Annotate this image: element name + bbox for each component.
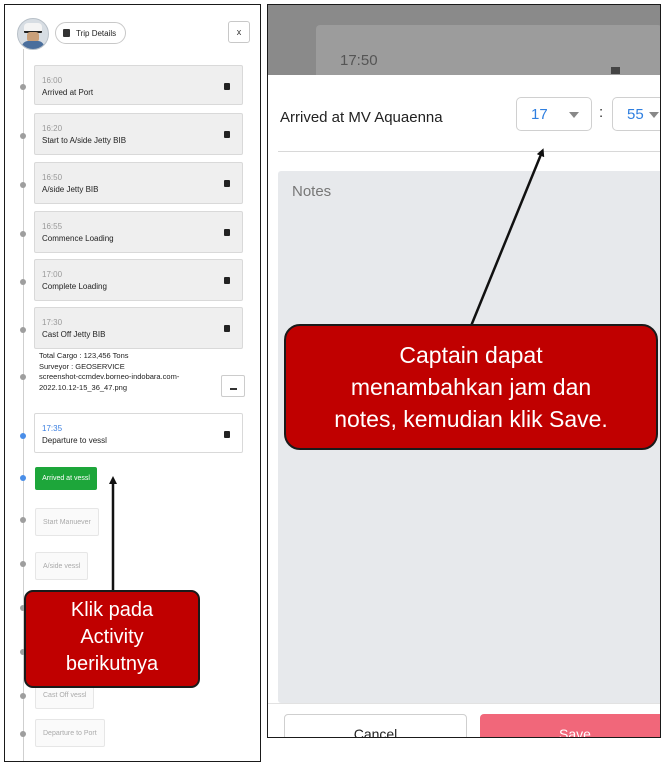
timeline-dot [20,374,26,380]
activity-card[interactable]: 16:00 Arrived at Port [34,65,243,105]
timeline-dot [20,731,26,737]
document-icon [224,131,230,138]
current-activity-card[interactable]: 17:35 Departure to vessl [34,413,243,453]
divider [278,151,660,152]
hour-select[interactable]: 17 [516,97,592,131]
surveyor: Surveyor : GEOSERVICE [39,361,125,371]
activity-card[interactable]: 16:20 Start to A/side Jetty BIB [34,113,243,155]
close-button[interactable]: x [228,21,250,43]
notes-placeholder: Notes [292,183,332,200]
pending-activity-start-manuever[interactable]: Start Manuever [35,508,99,536]
activity-time: 17:00 [42,270,63,279]
timeline-dot-current [20,433,26,439]
pending-activity-departure-to-port[interactable]: Departure to Port [35,719,105,747]
document-icon [224,431,230,438]
document-icon [224,229,230,236]
activity-label: A/side Jetty BIB [42,185,99,194]
callout-line: menambahkan jam dan [350,374,592,400]
total-cargo: Total Cargo : 123,456 Tons [39,351,129,360]
minute-select[interactable]: 55 [612,97,660,131]
trip-details-label: Trip Details [76,28,117,38]
callout-left: Klik pada Activity berikutnya [24,590,200,688]
activity-label: Commence Loading [42,234,114,243]
activity-card[interactable]: 17:00 Complete Loading [34,259,243,301]
chevron-down-icon [569,112,579,118]
arrived-at-vessl-button[interactable]: Arrived at vessl [35,467,97,490]
timeline-dot [20,133,26,139]
download-button[interactable] [221,375,245,397]
save-button[interactable]: Save [480,714,660,737]
activity-label: Departure to vessl [42,436,107,445]
activity-time: 16:50 [42,173,63,182]
activity-label: Complete Loading [42,282,107,291]
activity-card[interactable]: 17:30 Cast Off Jetty BIB [34,307,243,349]
callout-right: Captain dapat menambahkan jam dan notes,… [284,324,658,450]
callout-line: Klik pada [70,599,154,621]
document-icon [224,180,230,187]
activity-label: Cast Off Jetty BIB [42,330,106,339]
trip-summary: Total Cargo : 123,456 Tons Surveyor : GE… [39,351,219,393]
activity-time: 16:55 [42,222,63,231]
cancel-button[interactable]: Cancel [284,714,467,737]
activity-time: 16:00 [42,76,63,85]
activity-title: Arrived at MV Aquaenna [280,109,443,126]
hour-value: 17 [531,105,548,123]
callout-line: notes, kemudian klik Save. [334,406,608,432]
background-time: 17:50 [340,52,378,69]
activity-card[interactable]: 16:50 A/side Jetty BIB [34,162,243,204]
callout-line: Captain dapat [399,342,543,368]
document-icon [611,67,620,74]
activity-label: Arrived at Port [42,88,94,97]
download-icon [229,382,237,390]
document-icon [63,29,70,37]
timeline-dot [20,182,26,188]
timeline-dot [20,693,26,699]
minute-value: 55 [627,105,644,123]
captain-avatar [17,18,49,50]
activity-time: 16:20 [42,124,63,133]
document-icon [224,83,230,90]
close-icon: x [236,27,242,37]
document-icon [224,277,230,284]
timeline-dot [20,84,26,90]
document-icon [224,325,230,332]
timeline-dot [20,517,26,523]
time-separator: : [599,104,604,121]
activity-time: 17:30 [42,318,63,327]
chevron-down-icon [649,112,659,118]
divider [268,703,660,704]
timeline-dot [20,327,26,333]
timeline-dot [20,561,26,567]
activity-time: 17:35 [42,424,63,433]
timeline-dot [20,231,26,237]
activity-label: Start to A/side Jetty BIB [42,136,127,145]
trip-details-button[interactable]: Trip Details [55,22,127,44]
timeline-dot-next [20,475,26,481]
activity-card[interactable]: 16:55 Commence Loading [34,211,243,253]
callout-line: Activity [80,626,144,648]
callout-line: berikutnya [65,653,159,675]
pending-activity-aside-vessl[interactable]: A/side vessl [35,552,89,580]
attachment-filename: screenshot-ccmdev.borneo-indobara.com-20… [39,372,180,392]
timeline-dot [20,279,26,285]
